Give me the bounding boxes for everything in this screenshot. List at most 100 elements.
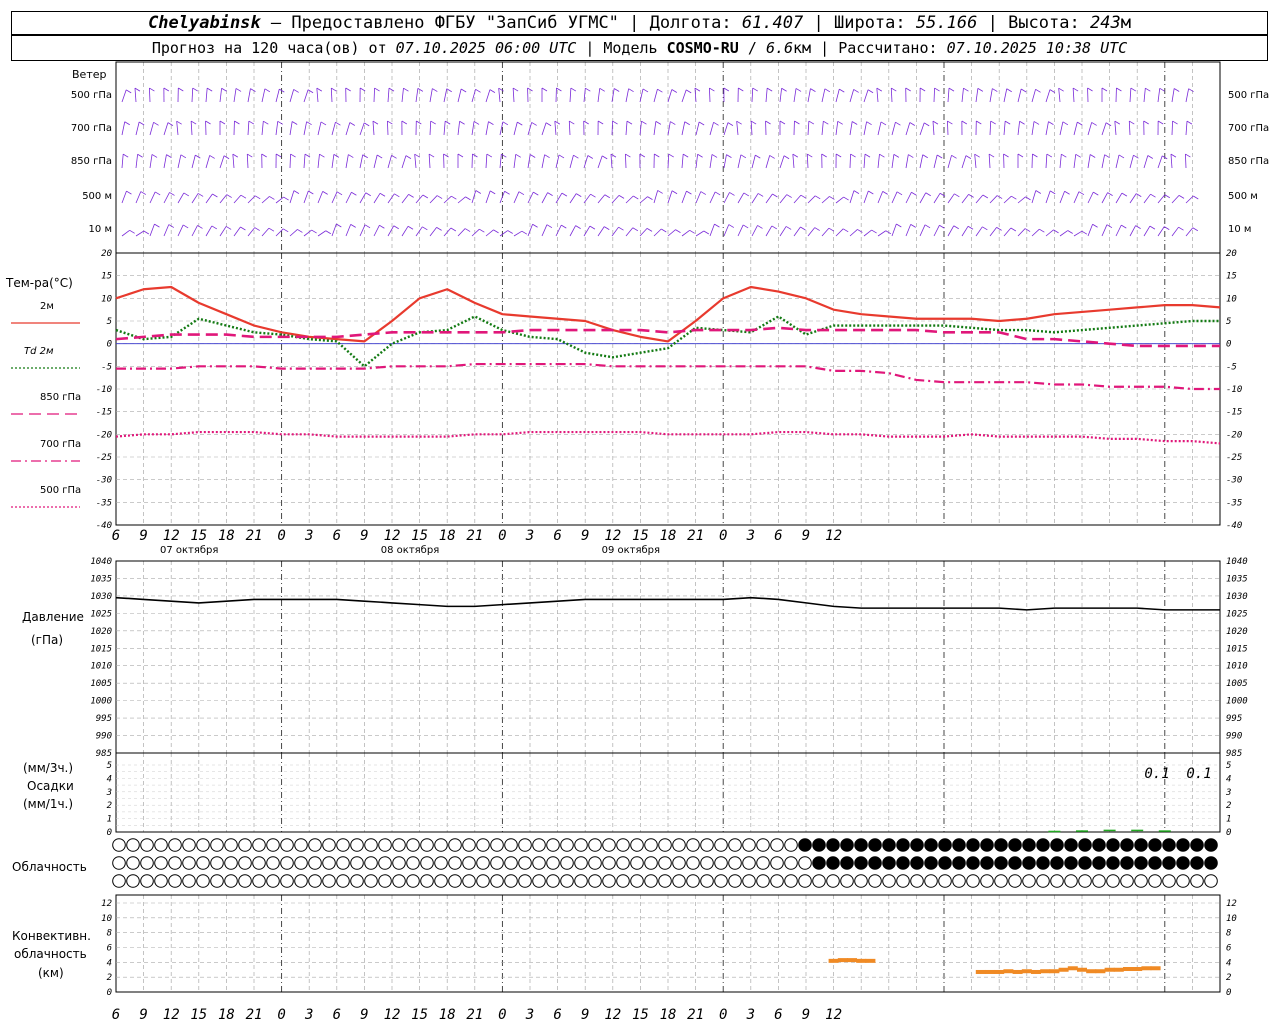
wind-barb: [863, 154, 866, 169]
wind-barb: [443, 227, 452, 237]
wind-level-label-right: 500 м: [1228, 191, 1258, 202]
wind-barb: [681, 121, 686, 136]
wind-barb-feather: [1101, 87, 1108, 92]
wind-barb: [219, 155, 225, 169]
wind-barb-feather: [1003, 153, 1009, 158]
wind-barb-feather: [868, 190, 874, 195]
wind-barb: [219, 194, 228, 204]
wind-barb-feather: [403, 87, 409, 92]
wind-barb: [975, 226, 983, 237]
wind-barb-feather: [1006, 88, 1012, 93]
cloud-cover-circle: [518, 856, 532, 870]
wind-barb-feather: [436, 227, 442, 231]
wind-barb-feather: [1121, 192, 1128, 197]
cloud-cover-circle: [756, 856, 770, 870]
wind-barb-feather: [1004, 120, 1011, 125]
wind-barb: [541, 192, 548, 204]
wind-barb: [737, 154, 742, 169]
cloud-cover-circle: [1106, 874, 1120, 888]
wind-barb-feather: [1114, 120, 1121, 125]
wind-barb: [205, 155, 211, 169]
cloud-cover-circle: [392, 838, 406, 852]
cloud-cover-circle: [742, 874, 756, 888]
wind-barb: [653, 89, 658, 103]
cloud-cover-circle: [322, 838, 336, 852]
wind-barb-feather: [671, 89, 678, 93]
wind-barb-feather: [601, 155, 608, 160]
x-tick-label-top: 9: [581, 528, 589, 544]
wind-barb-feather: [1089, 154, 1096, 158]
wind-barb-feather: [714, 223, 720, 228]
wind-barb-feather: [857, 229, 863, 233]
wind-barb: [345, 122, 351, 136]
wind-barb-feather: [450, 227, 457, 232]
x-tick-label-top: 3: [525, 528, 534, 544]
cloud-cover-circle: [518, 838, 532, 852]
cloud-cover-circle: [378, 874, 392, 888]
wind-barb-feather: [422, 194, 429, 199]
wind-barb: [653, 121, 657, 136]
wind-barb-feather: [885, 230, 891, 235]
wind-barb-feather: [610, 153, 617, 158]
wind-barb-feather: [379, 192, 386, 197]
wind-barb: [135, 154, 139, 169]
wind-barb-feather: [436, 195, 443, 199]
wind-barb: [1170, 154, 1173, 169]
cloud-cover-circle: [812, 856, 826, 870]
precip-tick-label-left: 4: [107, 774, 112, 784]
cloud-cover-circle: [1022, 838, 1036, 852]
wind-barb-feather: [800, 226, 806, 231]
wind-barb: [1128, 121, 1131, 136]
wind-barb-feather: [134, 87, 141, 92]
wind-barb-feather: [209, 155, 215, 159]
precip-tick-label-left: 2: [107, 801, 112, 811]
x-tick-label-bottom: 3: [746, 1007, 755, 1023]
wind-barb: [765, 193, 773, 204]
wind-barb-feather: [125, 89, 132, 94]
wind-barb-feather: [589, 225, 596, 230]
precip-tick-label-right: 2: [1226, 801, 1231, 811]
wind-barb: [933, 88, 935, 103]
cloud-cover-circle: [784, 838, 798, 852]
wind-barb-feather: [225, 226, 232, 230]
wind-barb-feather: [1143, 120, 1149, 125]
wind-barb-feather: [151, 154, 158, 158]
wind-barb: [316, 88, 319, 103]
wind-barb-feather: [248, 120, 255, 125]
wind-barb-feather: [893, 154, 900, 158]
cloud-cover-circle: [616, 874, 630, 888]
cloud-cover-circle: [252, 874, 266, 888]
wind-barb-feather: [561, 192, 568, 197]
wind-barb: [429, 195, 438, 204]
wind-barb-feather: [922, 154, 928, 159]
x-tick-label-bottom: 9: [139, 1007, 147, 1023]
cloud-cover-circle: [1092, 838, 1106, 852]
wind-barb-feather: [727, 122, 734, 126]
conv-tick-label-left: 6: [107, 944, 112, 954]
conv-tick-label-left: 4: [107, 958, 112, 968]
x-tick-label-top: 15: [190, 528, 207, 544]
wind-barb: [974, 154, 977, 169]
conv-cloud-bar: [1049, 969, 1060, 974]
wind-barb-feather: [821, 153, 827, 158]
wind-barb-feather: [359, 87, 366, 92]
wind-barb-feather: [475, 190, 482, 194]
wind-barb-feather: [498, 87, 504, 92]
wind-barb-feather: [183, 192, 190, 197]
wind-barb-feather: [879, 153, 885, 158]
wind-barb: [149, 88, 151, 103]
wind-barb-feather: [842, 228, 849, 233]
x-tick-label-top: 9: [139, 528, 147, 544]
x-tick-label-bottom: 12: [163, 1007, 180, 1023]
x-tick-label-bottom: 0: [719, 1007, 727, 1023]
wind-barb: [275, 121, 279, 136]
wind-barb-feather: [839, 88, 845, 93]
wind-barb-feather: [547, 192, 553, 196]
wind-barb-feather: [138, 121, 145, 126]
wind-barb-feather: [974, 153, 980, 158]
wind-barb-feather: [1135, 225, 1141, 229]
cloud-cover-circle: [364, 838, 378, 852]
pressure-tick-label-left: 1020: [90, 627, 112, 637]
pressure-tick-label-left: 1030: [90, 592, 112, 602]
cloud-cover-circle: [910, 838, 924, 852]
